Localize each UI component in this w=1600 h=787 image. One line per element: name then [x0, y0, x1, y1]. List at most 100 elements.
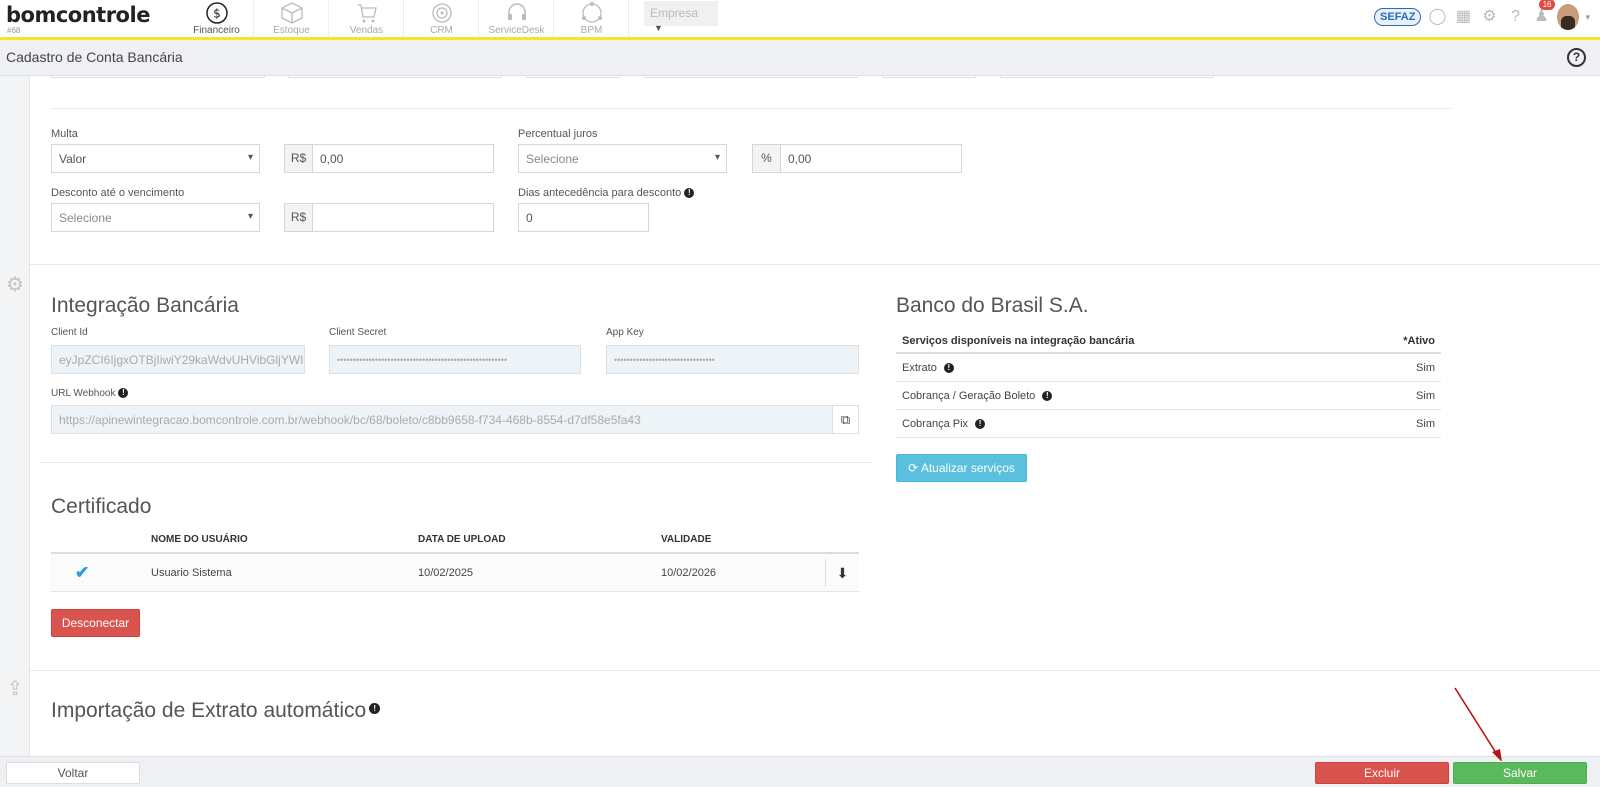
dias-desconto-value: 0	[526, 211, 533, 225]
dias-desconto-input[interactable]: 0	[518, 203, 649, 232]
help-circle-icon[interactable]: ?	[1567, 48, 1586, 67]
headset-icon	[507, 3, 526, 20]
page-titlebar: Cadastro de Conta Bancária ?	[0, 40, 1600, 76]
divider	[40, 462, 872, 463]
desconto-label: Desconto até o vencimento	[51, 187, 185, 199]
sefaz-badge[interactable]: SEFAZ	[1374, 8, 1422, 26]
table-row: ✔ Usuario Sistema 10/02/2025 10/02/2026 …	[51, 554, 859, 592]
col-header: VALIDADE	[661, 534, 712, 545]
service-active: Sim	[1416, 362, 1435, 374]
info-icon[interactable]: !	[118, 388, 129, 399]
nav-servicedesk[interactable]: ServiceDesk	[480, 0, 554, 37]
nav-label: Estoque	[273, 25, 310, 36]
webhook-input[interactable]: https://apinewintegracao.bomcontrole.com…	[51, 405, 859, 434]
avatar[interactable]	[1557, 4, 1580, 30]
app-key-value: ••••••••••••••••••••••••••••••••	[614, 355, 715, 365]
clipped-field	[51, 76, 265, 78]
annotation-arrow	[1454, 687, 1502, 761]
divider	[30, 670, 1600, 671]
certificate-table: NOME DO USUÁRIO DATA DE UPLOAD VALIDADE …	[51, 528, 859, 592]
webhook-label: URL Webhook!	[51, 388, 129, 399]
flow-icon	[581, 2, 602, 23]
services-header-label: Serviços disponíveis na integração bancá…	[902, 335, 1135, 347]
nav-label: ServiceDesk	[488, 25, 545, 36]
gear-icon[interactable]: ⚙	[1479, 7, 1499, 27]
update-services-button[interactable]: ⟳ Atualizar serviços	[896, 454, 1027, 482]
service-name: Extrato	[902, 362, 937, 374]
nav-vendas[interactable]: Vendas	[330, 0, 404, 37]
copy-icon[interactable]: ⧉	[832, 406, 858, 433]
header-actions: SEFAZ ◯ ▦ ⚙ ? ♟ 16 ▾	[1374, 0, 1590, 30]
clipped-field	[644, 76, 858, 78]
multa-value: 0,00	[320, 152, 344, 166]
nav-bpm[interactable]: BPM	[555, 0, 629, 37]
footer-bar: Voltar Excluir Salvar	[0, 756, 1600, 787]
desconto-type-select[interactable]: Selecione	[51, 203, 260, 232]
chevron-down-icon[interactable]: ▾	[1585, 12, 1590, 23]
client-id-value: eyJpZCI6IjgxOTBjIiwiY29kaWdvUHVibGljYWI	[59, 353, 304, 367]
juros-value-input[interactable]: 0,00	[780, 144, 962, 173]
service-name: Cobrança / Geração Boleto	[902, 390, 1036, 402]
cert-user: Usuario Sistema	[151, 567, 232, 579]
col-header: DATA DE UPLOAD	[418, 534, 506, 545]
clipped-field	[288, 76, 502, 78]
divider	[30, 264, 1600, 265]
nav-crm[interactable]: CRM	[405, 0, 479, 37]
desconto-value-input[interactable]	[312, 203, 494, 232]
banco-title: Banco do Brasil S.A.	[896, 294, 1089, 317]
multa-value-input[interactable]: 0,00	[312, 144, 494, 173]
check-icon: ✔	[75, 563, 90, 582]
chevron-down-icon: ▼	[654, 23, 663, 33]
juros-type-select[interactable]: Selecione	[518, 144, 727, 173]
multa-type-select[interactable]: Valor	[51, 144, 260, 173]
services-header-active: *Ativo	[1403, 335, 1435, 347]
empresa-dropdown[interactable]: Empresa ▼	[644, 1, 718, 33]
info-icon[interactable]: !	[975, 419, 986, 430]
info-icon[interactable]: !	[684, 188, 695, 199]
nav-label: Vendas	[349, 25, 384, 36]
dias-desconto-label: Dias antecedência para desconto!	[518, 187, 695, 199]
nav-estoque[interactable]: Estoque	[255, 0, 329, 37]
juros-value: 0,00	[788, 152, 812, 166]
certificate-table-header: NOME DO USUÁRIO DATA DE UPLOAD VALIDADE	[51, 528, 859, 554]
page-title: Cadastro de Conta Bancária	[6, 49, 183, 65]
dias-desconto-label-text: Dias antecedência para desconto	[518, 187, 682, 199]
cart-icon	[357, 4, 377, 23]
client-secret-input[interactable]: ••••••••••••••••••••••••••••••••••••••••…	[329, 345, 581, 374]
bell-icon[interactable]: ♟ 16	[1531, 0, 1556, 27]
table-row: Cobrança / Geração Boleto! Sim	[896, 382, 1441, 410]
calendar-icon[interactable]: ▦	[1453, 7, 1473, 27]
cert-upload-date: 10/02/2025	[418, 567, 474, 579]
desconto-type-value: Selecione	[59, 211, 112, 225]
certificado-title: Certificado	[51, 495, 152, 518]
client-id-input[interactable]: eyJpZCI6IjgxOTBjIiwiY29kaWdvUHVibGljYWI	[51, 345, 305, 374]
app-key-input[interactable]: ••••••••••••••••••••••••••••••••	[606, 345, 859, 374]
back-button[interactable]: Voltar	[6, 762, 140, 784]
webhook-value: https://apinewintegracao.bomcontrole.com…	[59, 413, 641, 427]
services-table-header: Serviços disponíveis na integração bancá…	[896, 328, 1441, 354]
table-row: Extrato! Sim	[896, 354, 1441, 382]
importacao-title-text: Importação de Extrato automático	[51, 699, 367, 722]
logo[interactable]: bomcontrole	[6, 3, 150, 27]
disconnect-button[interactable]: Desconectar	[51, 609, 140, 637]
whatsapp-icon[interactable]: ◯	[1427, 7, 1447, 27]
clipped-field	[1000, 76, 1214, 78]
services-table: Serviços disponíveis na integração bancá…	[896, 328, 1441, 438]
save-button[interactable]: Salvar	[1453, 762, 1587, 784]
help-icon[interactable]: ?	[1505, 7, 1525, 27]
download-icon[interactable]: ⬇	[825, 559, 859, 587]
info-icon[interactable]: !	[1042, 391, 1053, 402]
delete-button[interactable]: Excluir	[1315, 762, 1449, 784]
client-secret-value: ••••••••••••••••••••••••••••••••••••••••…	[337, 355, 508, 365]
cert-validity: 10/02/2026	[661, 567, 717, 579]
dollar-coin-icon: $	[205, 2, 228, 24]
notification-count: 16	[1538, 0, 1556, 10]
client-id-label: Client Id	[51, 327, 88, 338]
info-icon[interactable]: !	[369, 703, 381, 714]
multa-currency-addon: R$	[284, 144, 313, 173]
info-icon[interactable]: !	[943, 363, 954, 374]
nav-financeiro[interactable]: $ Financeiro	[180, 0, 254, 37]
service-name: Cobrança Pix	[902, 418, 969, 430]
update-services-label: Atualizar serviços	[920, 461, 1015, 475]
webhook-label-text: URL Webhook	[51, 388, 116, 399]
